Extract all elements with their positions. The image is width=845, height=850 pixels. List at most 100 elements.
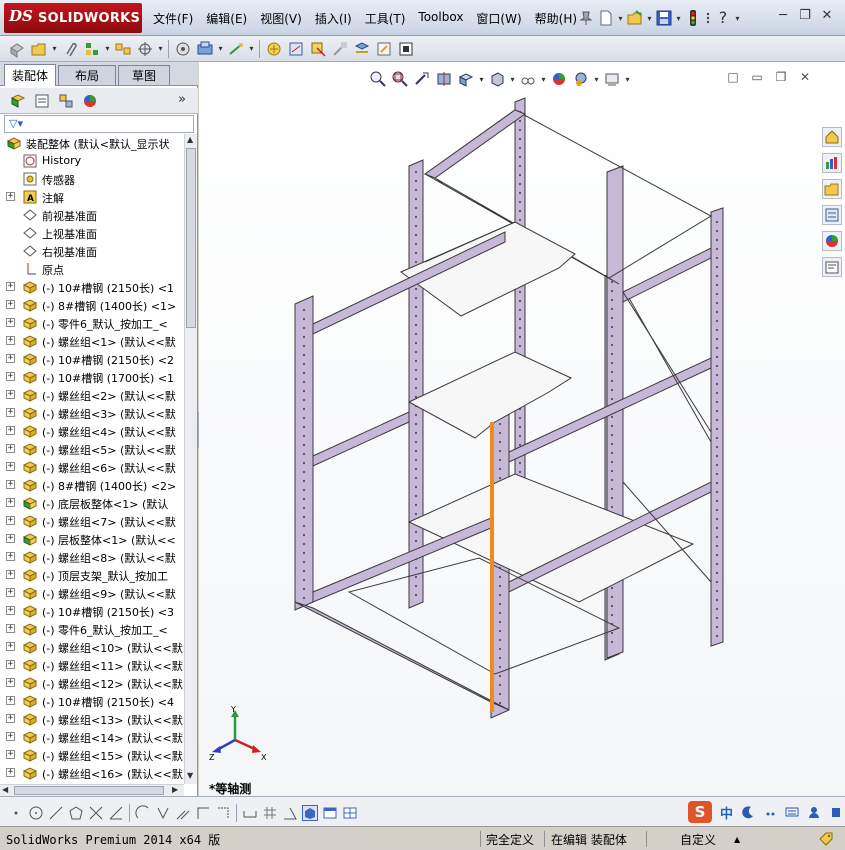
- tree-item[interactable]: 传感器: [0, 170, 184, 188]
- expand-toggle-icon[interactable]: +: [6, 696, 15, 705]
- tree-item[interactable]: 装配整体 (默认<默认_显示状: [0, 134, 184, 152]
- zoom-to-area-icon[interactable]: [391, 70, 409, 88]
- hide-show-dropdown-icon[interactable]: ▾: [539, 75, 548, 84]
- expand-toggle-icon[interactable]: +: [6, 372, 15, 381]
- viewport-close-icon[interactable]: ✕: [793, 70, 817, 84]
- tree-item[interactable]: + (-) 螺丝组<16> (默认<<默: [0, 764, 184, 782]
- tab-layout[interactable]: 布局: [58, 65, 116, 85]
- explode-line-icon[interactable]: [309, 40, 327, 58]
- help-icon[interactable]: ?: [714, 9, 732, 27]
- file-explorer-icon[interactable]: [822, 179, 842, 199]
- solidworks-logo[interactable]: DS SOLIDWORKS: [4, 3, 142, 33]
- expand-toggle-icon[interactable]: +: [6, 390, 15, 399]
- window-tile-icon[interactable]: [322, 805, 338, 821]
- tree-item[interactable]: + (-) 螺丝组<1> (默认<<默: [0, 332, 184, 350]
- offset-icon[interactable]: [135, 805, 151, 821]
- expand-toggle-icon[interactable]: +: [6, 750, 15, 759]
- tree-item[interactable]: 原点: [0, 260, 184, 278]
- expand-toggle-icon[interactable]: +: [6, 444, 15, 453]
- options-dots-icon[interactable]: [704, 9, 712, 27]
- tree-item[interactable]: + (-) 底层板整体<1> (默认: [0, 494, 184, 512]
- move-dropdown-icon[interactable]: ▾: [156, 44, 165, 53]
- skin-icon[interactable]: [829, 805, 843, 819]
- expand-toggle-icon[interactable]: +: [6, 516, 15, 525]
- interference-icon[interactable]: [331, 40, 349, 58]
- tree-item[interactable]: + (-) 10#槽钢 (2150长) <2: [0, 350, 184, 368]
- tree-item[interactable]: + (-) 螺丝组<3> (默认<<默: [0, 404, 184, 422]
- expand-toggle-icon[interactable]: +: [6, 588, 15, 597]
- move-component-icon[interactable]: [136, 40, 154, 58]
- units-selector[interactable]: 自定义: [680, 830, 716, 848]
- menu-view[interactable]: 视图(V): [255, 10, 310, 28]
- viewport-restore-icon[interactable]: ❐: [769, 70, 793, 84]
- appearances-icon[interactable]: [822, 231, 842, 251]
- moon-icon[interactable]: [741, 805, 755, 819]
- tree-item[interactable]: + (-) 8#槽钢 (1400长) <2>: [0, 476, 184, 494]
- menu-window[interactable]: 窗口(W): [471, 10, 529, 28]
- display-style-icon[interactable]: [488, 70, 506, 88]
- configuration-manager-icon[interactable]: [57, 92, 75, 110]
- hscroll-thumb[interactable]: [14, 786, 164, 795]
- close-icon[interactable]: ✕: [816, 8, 838, 23]
- menu-toolbox[interactable]: Toolbox: [413, 10, 471, 28]
- expand-toggle-icon[interactable]: +: [6, 732, 15, 741]
- hide-show-items-icon[interactable]: [519, 70, 537, 88]
- expand-toggle-icon[interactable]: +: [6, 570, 15, 579]
- open-dropdown-icon[interactable]: ▾: [645, 14, 654, 23]
- tree-item[interactable]: + (-) 螺丝组<8> (默认<<默: [0, 548, 184, 566]
- expand-toggle-icon[interactable]: +: [6, 624, 15, 633]
- window-split-icon[interactable]: [342, 805, 358, 821]
- scroll-left-icon[interactable]: ◀: [2, 785, 8, 794]
- component-dropdown-icon[interactable]: ▾: [50, 44, 59, 53]
- trim-icon[interactable]: [88, 805, 104, 821]
- tree-vertical-scrollbar[interactable]: ▲ ▼: [184, 134, 197, 784]
- smart-fasteners-icon[interactable]: [174, 40, 192, 58]
- instant3d-icon[interactable]: [375, 40, 393, 58]
- tree-item[interactable]: + (-) 螺丝组<13> (默认<<默: [0, 710, 184, 728]
- expand-toggle-icon[interactable]: +: [6, 606, 15, 615]
- menu-edit[interactable]: 编辑(E): [201, 10, 255, 28]
- polygon-icon[interactable]: [68, 805, 84, 821]
- units-up-icon[interactable]: ▲: [734, 830, 740, 848]
- expand-toggle-icon[interactable]: +: [6, 282, 15, 291]
- scroll-thumb[interactable]: [186, 148, 196, 328]
- tree-item[interactable]: + (-) 螺丝组<15> (默认<<默: [0, 746, 184, 764]
- design-library-icon[interactable]: [822, 153, 842, 173]
- expand-toggle-icon[interactable]: +: [6, 300, 15, 309]
- assembly-features-icon[interactable]: [196, 40, 214, 58]
- insert-component-icon[interactable]: [8, 40, 26, 58]
- tree-item[interactable]: History: [0, 152, 184, 170]
- mate-dropdown-icon[interactable]: ▾: [103, 44, 112, 53]
- expand-toggle-icon[interactable]: +: [6, 318, 15, 327]
- expand-toggle-icon[interactable]: +: [6, 336, 15, 345]
- view-orientation-icon[interactable]: [457, 70, 475, 88]
- menu-file[interactable]: 文件(F): [148, 10, 201, 28]
- expand-toggle-icon[interactable]: +: [6, 660, 15, 669]
- save-icon[interactable]: [655, 9, 673, 27]
- scroll-right-icon[interactable]: ▶: [172, 785, 178, 794]
- property-manager-icon[interactable]: [33, 92, 51, 110]
- tree-item[interactable]: + (-) 零件6_默认_按加工_<: [0, 620, 184, 638]
- expand-toggle-icon[interactable]: +: [6, 678, 15, 687]
- tree-item[interactable]: + (-) 螺丝组<7> (默认<<默: [0, 512, 184, 530]
- tree-item[interactable]: + (-) 螺丝组<14> (默认<<默: [0, 728, 184, 746]
- open-component-icon[interactable]: [30, 40, 48, 58]
- expand-toggle-icon[interactable]: +: [6, 498, 15, 507]
- line-icon[interactable]: [48, 805, 64, 821]
- tree-item[interactable]: + (-) 螺丝组<12> (默认<<默: [0, 674, 184, 692]
- tree-item[interactable]: + (-) 10#槽钢 (1700长) <1: [0, 368, 184, 386]
- scroll-up-icon[interactable]: ▲: [187, 135, 193, 144]
- tree-item[interactable]: + (-) 螺丝组<9> (默认<<默: [0, 584, 184, 602]
- custom-properties-icon[interactable]: [822, 257, 842, 277]
- tree-item[interactable]: + (-) 螺丝组<5> (默认<<默: [0, 440, 184, 458]
- tree-item[interactable]: + (-) 零件6_默认_按加工_<: [0, 314, 184, 332]
- orientation-dropdown-icon[interactable]: ▾: [477, 75, 486, 84]
- traffic-light-icon[interactable]: [684, 9, 702, 27]
- tree-item[interactable]: + (-) 10#槽钢 (2150长) <4: [0, 692, 184, 710]
- tag-icon[interactable]: [818, 830, 834, 848]
- circle-icon[interactable]: [28, 805, 44, 821]
- display-style-dropdown-icon[interactable]: ▾: [508, 75, 517, 84]
- mirror-icon[interactable]: [155, 805, 171, 821]
- extend-icon[interactable]: [108, 805, 124, 821]
- display-manager-icon[interactable]: [81, 92, 99, 110]
